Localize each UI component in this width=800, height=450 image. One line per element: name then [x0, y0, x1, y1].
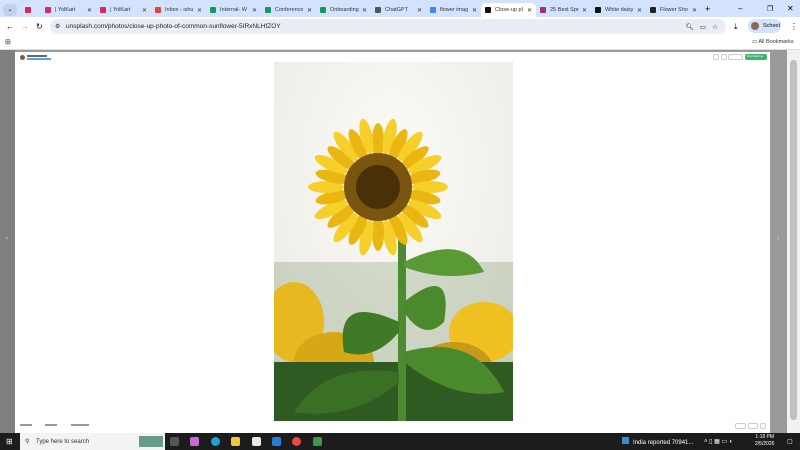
copilot-icon[interactable] — [190, 437, 199, 446]
news-widget[interactable]: India reported 70941... — [622, 437, 693, 446]
close-tab-icon[interactable]: ✕ — [472, 7, 477, 14]
close-tab-icon[interactable]: ✕ — [527, 7, 532, 14]
task-view-icon[interactable] — [170, 437, 179, 446]
all-bookmarks[interactable]: ▭ All Bookmarks — [752, 39, 794, 45]
new-tab-button[interactable]: + — [705, 4, 710, 14]
address-bar[interactable]: ⚙ unsplash.com/photos/close-up-photo-of-… — [50, 19, 726, 34]
taskbar: ⊞ ⚲ Type here to search India reported 7… — [0, 433, 800, 450]
close-tab-icon[interactable]: ✕ — [87, 7, 92, 14]
sheets-icon — [320, 7, 326, 13]
close-tab-icon[interactable]: ✕ — [252, 7, 257, 14]
browser-toolbar: ← → ↻ ⚙ unsplash.com/photos/close-up-pho… — [0, 17, 800, 36]
tab[interactable] — [21, 3, 41, 17]
yolkart-icon — [100, 7, 106, 13]
reload-icon[interactable]: ↻ — [36, 22, 43, 31]
add-to-collection-button[interactable] — [721, 54, 727, 60]
next-photo-icon[interactable]: › — [777, 236, 779, 242]
views-stat — [20, 424, 32, 426]
info-button[interactable] — [748, 423, 758, 429]
app-icon[interactable] — [313, 437, 322, 446]
restore-button[interactable]: ❐ — [767, 5, 773, 13]
tab-strip: ⌄ | YolKart ✕ | YolKart ✕ Inbox - ishu ✕ Inter… — [0, 0, 800, 17]
close-window-button[interactable]: ✕ — [787, 4, 794, 13]
tab[interactable]: 25 Best Spr ✕ — [536, 3, 591, 17]
download-icon[interactable]: ⤓ — [734, 22, 738, 32]
sheets-icon — [210, 7, 216, 13]
unsplash-icon — [595, 7, 601, 13]
sheets-icon — [265, 7, 271, 13]
site-icon — [650, 7, 656, 13]
tab[interactable]: Internal- W ✕ — [206, 3, 261, 17]
page-content: Download free ‹ › — [0, 50, 800, 433]
close-tab-icon[interactable]: ✕ — [197, 7, 202, 14]
tab[interactable]: | YolKart ✕ — [41, 3, 96, 17]
scrollbar[interactable] — [787, 50, 800, 433]
chatgpt-icon — [375, 7, 381, 13]
chrome-icon[interactable] — [292, 437, 301, 446]
more-button[interactable] — [760, 423, 766, 429]
forward-icon[interactable]: → — [21, 22, 29, 31]
featured-in — [71, 424, 89, 426]
tab[interactable]: flower imag ✕ — [426, 3, 481, 17]
unsplash-icon — [485, 7, 491, 13]
gmail-icon — [155, 7, 161, 13]
profile-name: School — [763, 23, 780, 29]
tab[interactable]: White daisy ✕ — [591, 3, 646, 17]
close-tab-icon[interactable]: ✕ — [637, 7, 642, 14]
avatar — [751, 22, 759, 30]
cast-icon[interactable]: ▭ — [700, 23, 706, 31]
tab[interactable]: Onboarding ✕ — [316, 3, 371, 17]
profile-button[interactable]: School — [748, 19, 781, 33]
tab[interactable]: | YolKart ✕ — [96, 3, 151, 17]
apps-icon[interactable]: ⊞ — [5, 38, 11, 46]
zoom-icon[interactable]: 🔍︎ — [686, 23, 694, 31]
news-icon — [622, 437, 629, 444]
back-icon[interactable]: ← — [6, 22, 14, 31]
bookmarks-bar: ⊞ ▭ All Bookmarks — [0, 36, 800, 50]
minimize-button[interactable]: – — [738, 4, 742, 13]
available-for-hire[interactable] — [27, 58, 51, 60]
photographer-avatar[interactable] — [20, 55, 25, 60]
prev-photo-icon[interactable]: ‹ — [6, 236, 8, 242]
site-icon — [540, 7, 546, 13]
like-button[interactable] — [713, 54, 719, 60]
sunflower-photo[interactable] — [274, 62, 513, 421]
downloads-stat — [45, 424, 57, 426]
close-tab-icon[interactable]: ✕ — [417, 7, 422, 14]
tab[interactable]: Flower Sho ✕ — [646, 3, 701, 17]
close-tab-icon[interactable]: ✕ — [582, 7, 587, 14]
close-tab-icon[interactable]: ✕ — [362, 7, 367, 14]
search-icon: ⚲ — [25, 439, 30, 445]
site-info-icon[interactable]: ⚙ — [55, 23, 60, 30]
tab-search-button[interactable]: ⌄ — [3, 4, 17, 16]
file-explorer-icon[interactable] — [231, 437, 240, 446]
tray-icons[interactable]: ˄ ▯ ▦ ▭ ◖ — [704, 438, 732, 445]
mail-icon[interactable] — [272, 437, 281, 446]
notifications-icon[interactable]: ▢ — [787, 438, 793, 445]
bookmark-star-icon[interactable]: ☆ — [712, 23, 718, 31]
share-button[interactable] — [735, 423, 746, 429]
edit-image-button[interactable] — [728, 54, 743, 60]
taskbar-search[interactable]: ⚲ Type here to search — [20, 433, 165, 450]
tab[interactable]: Conference ✕ — [261, 3, 316, 17]
yolkart-icon — [45, 7, 51, 13]
search-highlight-image — [139, 436, 163, 447]
tab[interactable]: Inbox - ishu ✕ — [151, 3, 206, 17]
menu-icon[interactable]: ⋮ — [790, 22, 798, 31]
photo-modal: Download free — [15, 52, 770, 433]
yolkart-icon — [25, 7, 31, 13]
photographer-name[interactable] — [27, 55, 47, 57]
windows-start-icon[interactable]: ⊞ — [6, 437, 13, 446]
tab[interactable]: Close-up pl ✕ — [481, 3, 536, 17]
edge-icon[interactable] — [211, 437, 220, 446]
url-text: unsplash.com/photos/close-up-photo-of-co… — [66, 23, 281, 30]
close-tab-icon[interactable]: ✕ — [307, 7, 312, 14]
tab[interactable]: ChatGPT ✕ — [371, 3, 426, 17]
download-button[interactable]: Download free — [745, 54, 767, 60]
close-tab-icon[interactable]: ✕ — [692, 7, 697, 14]
store-icon[interactable] — [252, 437, 261, 446]
google-icon — [430, 7, 436, 13]
close-tab-icon[interactable]: ✕ — [142, 7, 147, 14]
clock[interactable]: 1:18 PM 2/5/2026 — [755, 434, 774, 448]
